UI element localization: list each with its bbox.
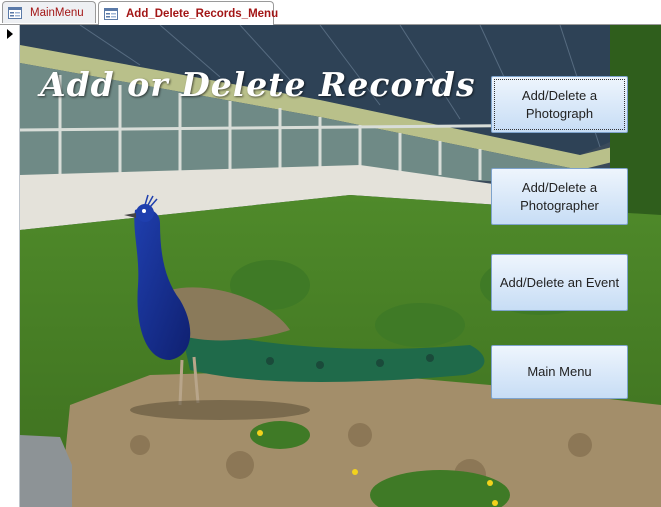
button-label: Add/Delete an Event: [499, 274, 620, 290]
current-record-arrow-icon: [7, 29, 13, 39]
button-label: Main Menu: [527, 364, 592, 379]
add-delete-photograph-button[interactable]: Add/Delete a Photograph: [491, 76, 628, 133]
form-icon: [8, 6, 22, 19]
main-menu-button[interactable]: Main Menu: [491, 345, 628, 399]
add-delete-event-button[interactable]: Add/Delete an Event: [491, 254, 628, 311]
button-label: Add/Delete a Photographer: [520, 179, 599, 213]
button-label: Add/Delete a Photograph: [521, 87, 598, 121]
add-delete-photographer-button[interactable]: Add/Delete a Photographer: [491, 168, 628, 225]
tab-add-delete-records-menu[interactable]: Add_Delete_Records_Menu: [98, 1, 278, 25]
form-title: Add or Delete Records: [40, 65, 476, 104]
tab-label: Add_Delete_Records_Menu: [126, 7, 279, 20]
tab-label: MainMenu: [30, 6, 84, 19]
form-icon: [104, 7, 118, 20]
add-delete-records-form: Add or Delete Records Add/Delete a Photo…: [20, 25, 661, 507]
tab-mainmenu[interactable]: MainMenu: [2, 1, 96, 23]
document-tab-bar: MainMenu Add_Delete_Records_Menu: [0, 0, 661, 25]
record-selector[interactable]: [0, 25, 20, 507]
